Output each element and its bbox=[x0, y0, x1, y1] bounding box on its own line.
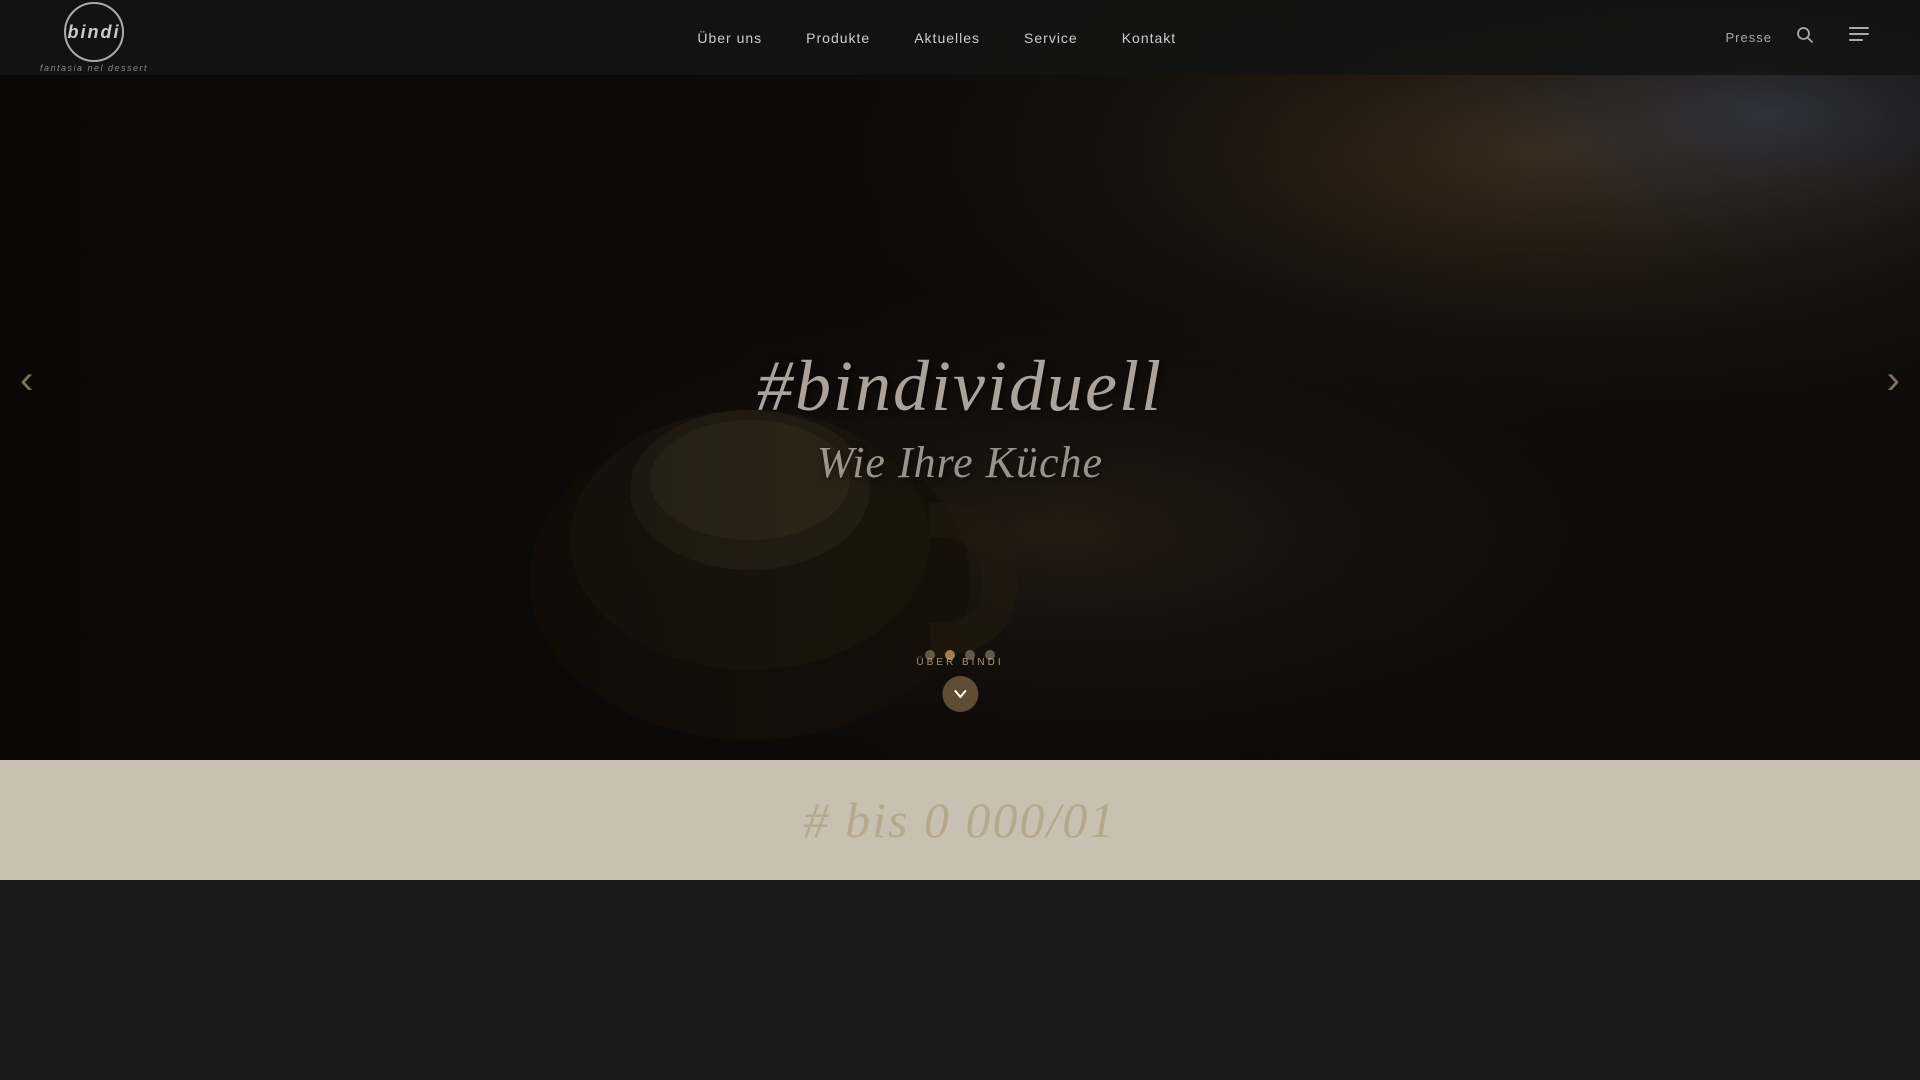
nav-item-aktuelles[interactable]: Aktuelles bbox=[892, 2, 1002, 74]
logo-circle: bindi bbox=[64, 2, 124, 62]
header-right: Presse bbox=[1726, 21, 1880, 54]
nav-item-uber-uns[interactable]: Über uns bbox=[675, 2, 784, 74]
logo[interactable]: bindi fantasia nel dessert bbox=[40, 2, 148, 73]
presse-link[interactable]: Presse bbox=[1726, 30, 1772, 45]
hero-subheadline: Wie Ihre Küche bbox=[817, 437, 1103, 488]
nav-item-kontakt[interactable]: Kontakt bbox=[1100, 2, 1198, 74]
search-icon bbox=[1796, 26, 1814, 44]
logo-tagline: fantasia nel dessert bbox=[40, 63, 148, 73]
hero-headline: #bindividuell bbox=[757, 347, 1163, 426]
prev-slide-button[interactable]: ‹ bbox=[0, 340, 53, 420]
bottom-section: # bis 0 000/01 bbox=[0, 760, 1920, 880]
logo-brand-text: bindi bbox=[68, 22, 121, 43]
search-button[interactable] bbox=[1792, 22, 1818, 53]
main-nav: Über uns Produkte Aktuelles Service Kont… bbox=[675, 2, 1198, 74]
hero-section: #bindividuell Wie Ihre Küche ÜBER BINDI … bbox=[0, 0, 1920, 760]
bottom-partial-text: # bis 0 000/01 bbox=[804, 791, 1117, 849]
menu-icon-button[interactable] bbox=[1838, 21, 1880, 54]
hero-content: #bindividuell Wie Ihre Küche bbox=[0, 0, 1920, 760]
site-header: bindi fantasia nel dessert Über uns Prod… bbox=[0, 0, 1920, 75]
nav-item-produkte[interactable]: Produkte bbox=[784, 2, 892, 74]
uber-bindi-area: ÜBER BINDI bbox=[916, 657, 1003, 712]
next-arrow-icon: › bbox=[1887, 358, 1900, 402]
prev-arrow-icon: ‹ bbox=[20, 358, 33, 402]
chevron-down-icon bbox=[953, 687, 967, 701]
uber-bindi-label: ÜBER BINDI bbox=[916, 657, 1003, 668]
next-slide-button[interactable]: › bbox=[1867, 340, 1920, 420]
nav-item-service[interactable]: Service bbox=[1002, 2, 1100, 74]
scroll-down-button[interactable] bbox=[942, 676, 978, 712]
menu-list-icon bbox=[1848, 25, 1870, 45]
